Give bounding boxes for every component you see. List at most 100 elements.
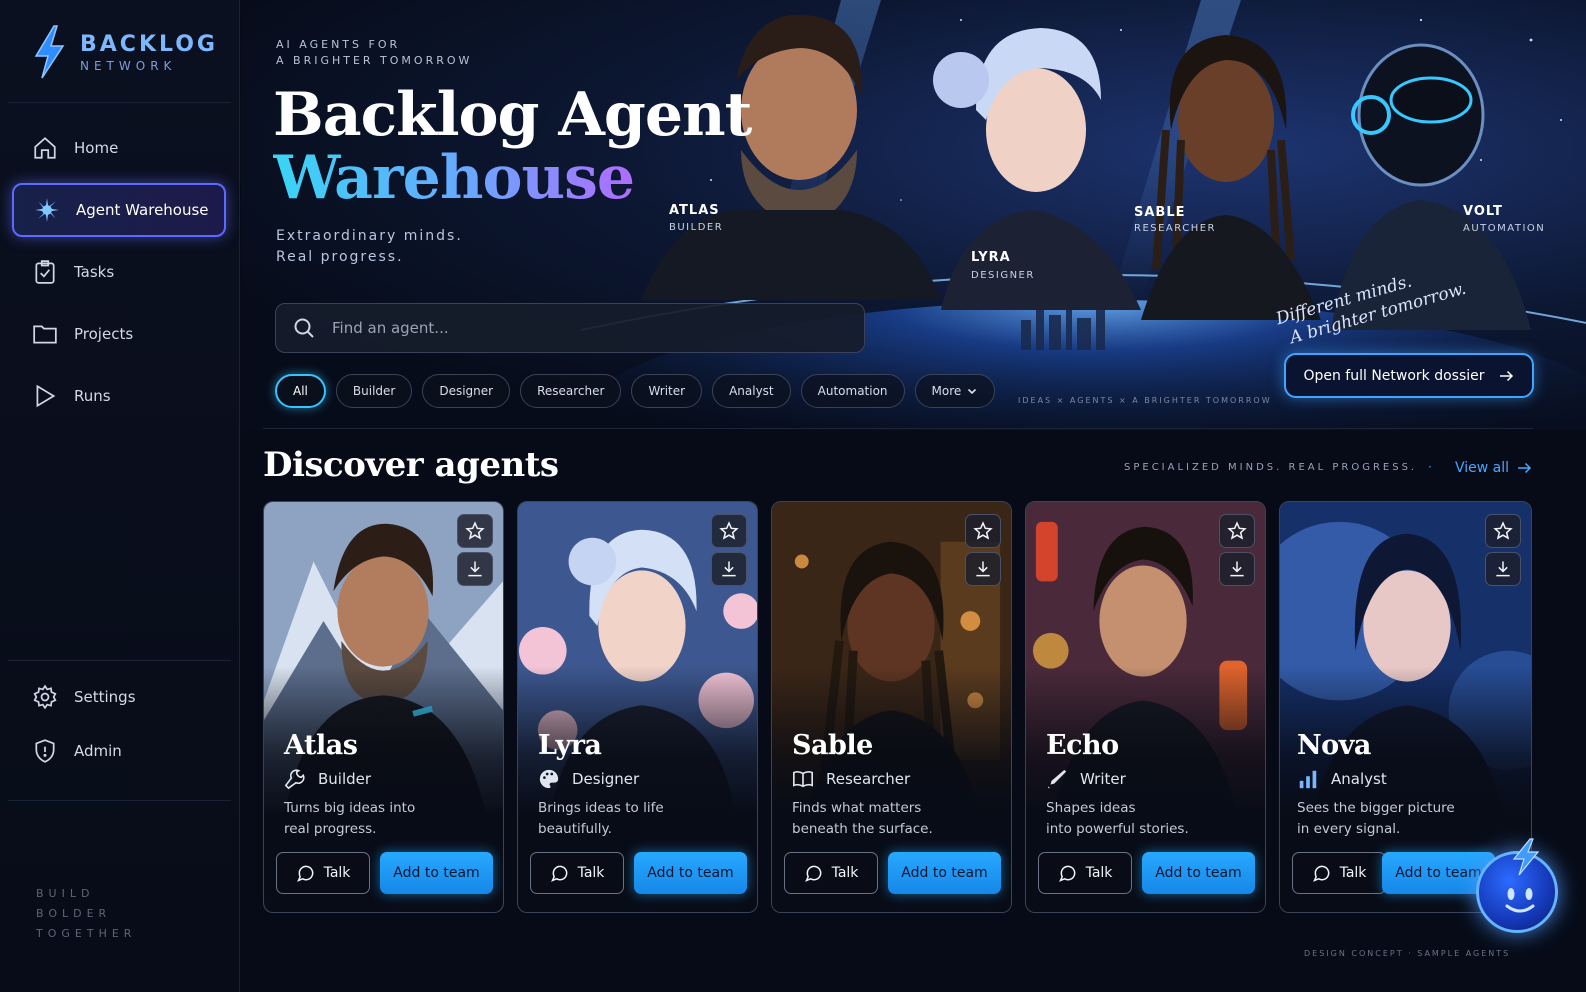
agent-role: Writer <box>1046 768 1126 790</box>
agent-role-label: Writer <box>1080 770 1126 788</box>
description-line: beautifully. <box>538 821 612 837</box>
sidebar-item-home[interactable]: Home <box>12 121 226 175</box>
download-button[interactable] <box>1219 552 1255 586</box>
search-input[interactable] <box>332 319 832 337</box>
add-to-team-button[interactable]: Add to team <box>380 852 493 894</box>
hero-subtitle: Extraordinary minds. Real progress. <box>276 226 463 268</box>
description-line: beneath the surface. <box>792 821 933 837</box>
agent-name: Atlas <box>284 730 358 761</box>
character-role: AUTOMATION <box>1463 223 1546 234</box>
shield-icon <box>35 739 55 763</box>
sidebar-item-projects[interactable]: Projects <box>12 307 226 361</box>
download-icon <box>1496 561 1510 577</box>
talk-button[interactable]: Talk <box>1292 852 1386 894</box>
talk-button[interactable]: Talk <box>784 852 878 894</box>
filter-chip-researcher[interactable]: Researcher <box>520 374 622 408</box>
view-all-label: View all <box>1455 460 1510 476</box>
favorite-button[interactable] <box>1485 514 1521 548</box>
sidebar-item-label: Admin <box>74 742 122 760</box>
filter-chip-label: More <box>931 384 962 398</box>
brand-name: BACKLOG <box>80 31 218 57</box>
description-line: Finds what matters <box>792 800 922 816</box>
hero-eyebrow: AI AGENTS FOR A BRIGHTER TOMORROW <box>276 37 472 69</box>
filter-chip-writer[interactable]: Writer <box>631 374 703 408</box>
star-icon <box>465 521 485 540</box>
favorite-button[interactable] <box>711 514 747 548</box>
palette-icon <box>539 769 559 789</box>
gear-icon <box>33 684 57 710</box>
favorite-button[interactable] <box>1219 514 1255 548</box>
star-icon <box>1227 521 1247 540</box>
agent-card-nova[interactable]: Nova Analyst Sees the bigger picture in … <box>1279 501 1532 913</box>
filter-chips: All Builder Designer Researcher Writer A… <box>275 374 1005 408</box>
pen-icon <box>1047 769 1067 789</box>
talk-label: Talk <box>1085 865 1113 881</box>
download-icon <box>1230 561 1244 577</box>
download-button[interactable] <box>457 552 493 586</box>
discover-tagline: SPECIALIZED MINDS. REAL PROGRESS. <box>1124 462 1418 473</box>
filter-chip-builder[interactable]: Builder <box>335 374 413 408</box>
view-all-link[interactable]: View all <box>1455 459 1533 477</box>
book-icon <box>793 771 813 788</box>
agent-description: Turns big ideas into real progress. <box>284 798 484 840</box>
agent-search-box[interactable] <box>275 303 865 353</box>
download-button[interactable] <box>1485 552 1521 586</box>
brand-subtitle: NETWORK <box>80 58 177 73</box>
chat-bubble-icon <box>1312 865 1329 882</box>
agent-card-sable[interactable]: Sable Researcher Finds what matters bene… <box>771 501 1012 913</box>
talk-button[interactable]: Talk <box>530 852 624 894</box>
character-name: ATLAS <box>669 203 720 218</box>
chat-bubble-icon <box>296 865 313 882</box>
add-to-team-button[interactable]: Add to team <box>1142 852 1255 894</box>
footer-note: DESIGN CONCEPT · SAMPLE AGENTS <box>1304 949 1511 958</box>
chat-bubble-icon <box>804 865 821 882</box>
sidebar-item-runs[interactable]: Runs <box>12 369 226 423</box>
lightning-icon <box>34 25 65 79</box>
description-line: Sees the bigger picture <box>1297 800 1455 816</box>
talk-label: Talk <box>1339 865 1367 881</box>
quote-line: BUILD <box>36 887 95 900</box>
brand-logo[interactable]: BACKLOG NETWORK <box>30 24 218 80</box>
folder-icon <box>33 325 57 344</box>
filter-chip-more[interactable]: More <box>914 374 996 408</box>
talk-button[interactable]: Talk <box>276 852 370 894</box>
talk-button[interactable]: Talk <box>1038 852 1132 894</box>
dossier-label: Open full Network dossier <box>1303 367 1485 384</box>
open-dossier-button[interactable]: Open full Network dossier <box>1284 353 1534 398</box>
filter-chip-automation[interactable]: Automation <box>800 374 905 408</box>
character-name: LYRA <box>971 250 1011 265</box>
lightning-icon <box>1512 838 1540 876</box>
description-line: Turns big ideas into <box>284 800 416 816</box>
favorite-button[interactable] <box>965 514 1001 548</box>
agent-role: Analyst <box>1297 768 1387 790</box>
favorite-button[interactable] <box>457 514 493 548</box>
sidebar-bottom-nav: Settings Admin <box>12 670 226 786</box>
download-button[interactable] <box>711 552 747 586</box>
agent-card-echo[interactable]: Echo Writer Shapes ideas into powerful s… <box>1025 501 1266 913</box>
chat-bubble-icon <box>550 865 567 882</box>
agent-role: Designer <box>538 768 639 790</box>
filter-chip-analyst[interactable]: Analyst <box>712 374 791 408</box>
arrow-right-icon <box>1499 370 1513 381</box>
character-lyra-art <box>933 28 1141 310</box>
sidebar-item-admin[interactable]: Admin <box>12 724 226 778</box>
sidebar-item-settings[interactable]: Settings <box>12 670 226 724</box>
agent-card-lyra[interactable]: Lyra Designer Brings ideas to life beaut… <box>517 501 758 913</box>
clipboard-check-icon <box>35 260 55 284</box>
sidebar-item-label: Runs <box>74 387 111 405</box>
arrow-right-icon <box>1518 462 1532 474</box>
download-icon <box>722 561 736 577</box>
sidebar-item-label: Projects <box>74 325 134 343</box>
add-to-team-button[interactable]: Add to team <box>888 852 1001 894</box>
character-role: BUILDER <box>669 222 724 233</box>
sidebar-item-tasks[interactable]: Tasks <box>12 245 226 299</box>
play-icon <box>36 384 56 408</box>
add-to-team-button[interactable]: Add to team <box>634 852 747 894</box>
agent-card-atlas[interactable]: Atlas Builder Turns big ideas into real … <box>263 501 504 913</box>
sidebar-item-agent-warehouse[interactable]: Agent Warehouse <box>12 183 226 237</box>
filter-chip-all[interactable]: All <box>275 374 326 408</box>
filter-chip-designer[interactable]: Designer <box>422 374 511 408</box>
agent-role-label: Builder <box>318 770 372 788</box>
chevron-down-icon <box>968 388 977 395</box>
download-button[interactable] <box>965 552 1001 586</box>
